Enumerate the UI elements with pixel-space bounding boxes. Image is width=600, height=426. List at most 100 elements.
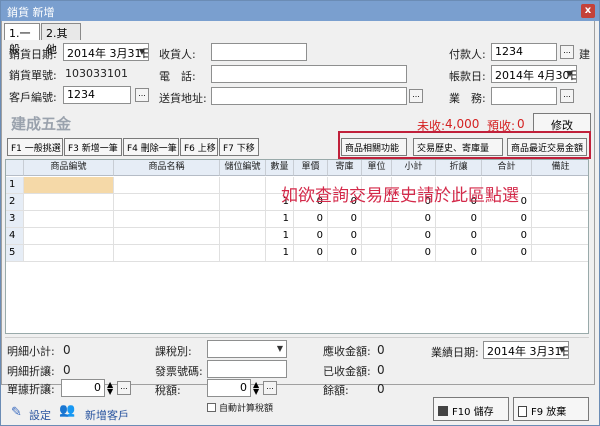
auto-tax-checkbox[interactable] <box>207 403 216 412</box>
perf-date-picker[interactable]: 2014年 3月31日 ▼ <box>483 341 569 359</box>
sale-no-value: 103033101 <box>65 67 128 80</box>
bill-discount-stepper[interactable]: ▲ ▼ <box>107 381 113 396</box>
grid-header-price: 單價 <box>294 160 328 176</box>
chevron-down-icon: ▼ <box>276 344 283 353</box>
tax-stepper[interactable]: ▲ ▼ <box>253 381 259 396</box>
move-up-button[interactable]: F6 上移 <box>180 138 218 156</box>
grid-cell-discount[interactable]: 0 <box>436 245 482 262</box>
annotation-text: 如欲查詢交易歷史請於此區點選 <box>281 186 519 206</box>
customer-no-field[interactable]: 1234 <box>63 86 131 104</box>
grid-cell[interactable] <box>220 211 266 228</box>
grid-cell[interactable] <box>114 194 220 211</box>
grid-cell-price[interactable]: 0 <box>294 245 328 262</box>
payer-lookup-button[interactable]: ... <box>560 45 574 59</box>
grid-cell[interactable] <box>362 228 392 245</box>
tab-other[interactable]: 2.其他 <box>41 23 81 56</box>
ship-address-field[interactable] <box>211 87 407 105</box>
close-button[interactable]: x <box>581 4 595 18</box>
sale-date-picker[interactable]: 2014年 3月31日 ▼ <box>63 43 149 61</box>
grid-cell[interactable] <box>24 228 114 245</box>
grid-header-total: 合計 <box>482 160 532 176</box>
grid-cell[interactable] <box>220 194 266 211</box>
grid-cell-qty[interactable]: 1 <box>266 228 294 245</box>
detail-subtotal-value: 0 <box>63 343 71 357</box>
grid-cell[interactable] <box>114 245 220 262</box>
grid-cell[interactable] <box>362 245 392 262</box>
customer-no-label: 客戶編號: <box>9 91 57 104</box>
address-lookup-button[interactable]: ... <box>409 89 423 103</box>
add-customer-link[interactable]: 新增客戶 <box>85 407 129 423</box>
delete-row-button[interactable]: F4 刪除一筆 <box>123 138 179 156</box>
balance-value: 0 <box>377 382 385 396</box>
grid-cell-discount[interactable]: 0 <box>436 211 482 228</box>
perf-date-value: 2014年 3月31日 <box>487 345 569 358</box>
general-pick-button[interactable]: F1 一般挑選 <box>7 138 63 156</box>
payer-field[interactable]: 1234 <box>491 43 557 61</box>
grid-cell[interactable] <box>24 245 114 262</box>
grid-cell-total[interactable]: 0 <box>482 228 532 245</box>
grid-cell[interactable] <box>220 228 266 245</box>
grid-cell[interactable] <box>114 228 220 245</box>
grid-cell[interactable] <box>532 177 588 194</box>
grid-cell[interactable] <box>220 245 266 262</box>
grid-cell-subtotal[interactable]: 0 <box>392 245 436 262</box>
add-row-button[interactable]: F3 新增一筆 <box>64 138 122 156</box>
account-date-picker[interactable]: 2014年 4月30日 ▼ <box>491 65 577 83</box>
grid-cell[interactable] <box>114 177 220 194</box>
grid-cell-total[interactable]: 0 <box>482 245 532 262</box>
phone-field[interactable] <box>211 65 407 83</box>
abandon-button[interactable]: F9 放棄 <box>513 397 589 421</box>
grid-cell-subtotal[interactable]: 0 <box>392 228 436 245</box>
grid-cell[interactable] <box>532 228 588 245</box>
edit-button[interactable]: 修改 <box>533 113 591 133</box>
grid-cell-deposit[interactable]: 0 <box>328 211 362 228</box>
grid-cell-no: 3 <box>6 211 24 228</box>
grid-cell-price[interactable]: 0 <box>294 211 328 228</box>
grid-cell-total[interactable]: 0 <box>482 211 532 228</box>
tax-field[interactable]: 0 <box>207 379 251 397</box>
grid-cell-subtotal[interactable]: 0 <box>392 211 436 228</box>
grid-cell[interactable] <box>532 194 588 211</box>
sales-rep-field[interactable] <box>491 87 557 105</box>
settings-link[interactable]: 設定 <box>29 407 51 423</box>
grid-cell[interactable] <box>24 177 114 194</box>
abandon-label: F9 放棄 <box>531 407 567 418</box>
grid-header-product-name: 商品名稱 <box>114 160 220 176</box>
grid-header-qty: 數量 <box>266 160 294 176</box>
move-down-button[interactable]: F7 下移 <box>219 138 259 156</box>
grid-cell-deposit[interactable]: 0 <box>328 245 362 262</box>
tab-general[interactable]: 1.一般 <box>4 23 40 56</box>
grid-cell-qty[interactable]: 1 <box>266 211 294 228</box>
grid-cell[interactable] <box>532 211 588 228</box>
grid-header-rownum <box>6 160 24 176</box>
sales-rep-lookup-button[interactable]: ... <box>560 89 574 103</box>
tax-type-select[interactable]: ▼ <box>207 340 287 358</box>
receiver-field[interactable] <box>211 43 307 61</box>
bill-discount-lookup-button[interactable]: ... <box>117 381 131 395</box>
grid-cell-price[interactable]: 0 <box>294 228 328 245</box>
grid-cell[interactable] <box>532 245 588 262</box>
grid-cell[interactable] <box>24 211 114 228</box>
bill-discount-field[interactable]: 0 <box>61 379 105 397</box>
grid-cell-deposit[interactable]: 0 <box>328 228 362 245</box>
grid-cell[interactable] <box>114 211 220 228</box>
grid-cell-qty[interactable]: 1 <box>266 245 294 262</box>
invoice-field[interactable] <box>207 360 287 378</box>
detail-discount-label: 明細折讓: <box>7 365 55 378</box>
payer-label: 付款人: <box>449 48 486 61</box>
tax-lookup-button[interactable]: ... <box>263 381 277 395</box>
save-button[interactable]: F10 儲存 <box>433 397 509 421</box>
grid-cell[interactable] <box>362 211 392 228</box>
account-date-value: 2014年 4月30日 <box>495 69 577 82</box>
balance-label: 餘額: <box>323 384 349 397</box>
grid-cell-discount[interactable]: 0 <box>436 228 482 245</box>
chevron-down-icon: ▼ <box>138 47 145 56</box>
customer-lookup-button[interactable]: ... <box>135 88 149 102</box>
grid-header-subtotal: 小計 <box>392 160 436 176</box>
receivable-value: 0 <box>377 343 385 357</box>
auto-tax-label: 自動計算稅額 <box>219 404 274 414</box>
grid-cell[interactable] <box>24 194 114 211</box>
grid-header-deposit: 寄庫 <box>328 160 362 176</box>
grid-cell[interactable] <box>220 177 266 194</box>
grid-cell-no: 4 <box>6 228 24 245</box>
